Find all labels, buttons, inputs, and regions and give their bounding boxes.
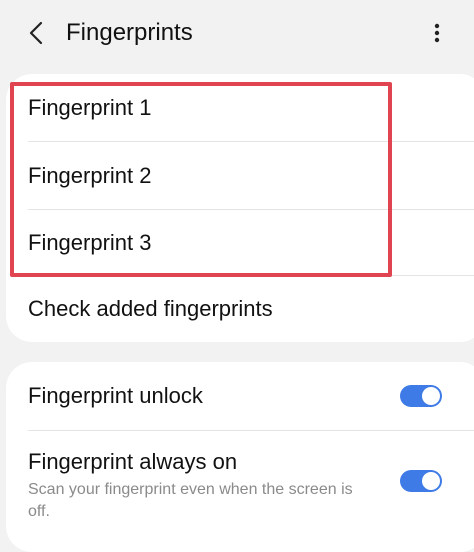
- fingerprint-item-1[interactable]: Fingerprint 1: [6, 74, 474, 142]
- fingerprint-always-on-description: Scan your fingerprint even when the scre…: [28, 481, 353, 520]
- more-options-button[interactable]: [422, 16, 452, 50]
- fingerprint-item-3[interactable]: Fingerprint 3: [6, 210, 474, 276]
- fingerprint-item-label: Fingerprint 2: [28, 163, 152, 188]
- fingerprint-item-2[interactable]: Fingerprint 2: [6, 142, 474, 210]
- fingerprint-always-on-row[interactable]: Fingerprint always on Scan your fingerpr…: [6, 431, 474, 541]
- fingerprint-item-label: Fingerprint 3: [28, 230, 152, 255]
- check-added-fingerprints-item[interactable]: Check added fingerprints: [6, 276, 474, 342]
- fingerprint-always-on-label: Fingerprint always on: [28, 449, 238, 474]
- back-button[interactable]: [18, 17, 54, 49]
- fingerprints-card: Fingerprint 1 Fingerprint 2 Fingerprint …: [6, 74, 474, 342]
- fingerprint-item-label: Fingerprint 1: [28, 95, 152, 120]
- toggle-knob: [422, 387, 440, 405]
- fingerprint-unlock-row[interactable]: Fingerprint unlock: [6, 362, 474, 430]
- chevron-left-icon: [29, 21, 43, 45]
- app-bar: Fingerprints: [0, 0, 474, 66]
- fingerprint-unlock-label: Fingerprint unlock: [28, 383, 203, 408]
- fingerprint-unlock-toggle[interactable]: [400, 385, 442, 407]
- fingerprint-always-on-toggle[interactable]: [400, 470, 442, 492]
- fingerprint-settings-card: Fingerprint unlock Fingerprint always on…: [6, 362, 474, 552]
- more-vertical-icon: [434, 23, 440, 43]
- page-title: Fingerprints: [66, 19, 193, 46]
- check-added-fingerprints-label: Check added fingerprints: [28, 296, 273, 321]
- toggle-knob: [422, 472, 440, 490]
